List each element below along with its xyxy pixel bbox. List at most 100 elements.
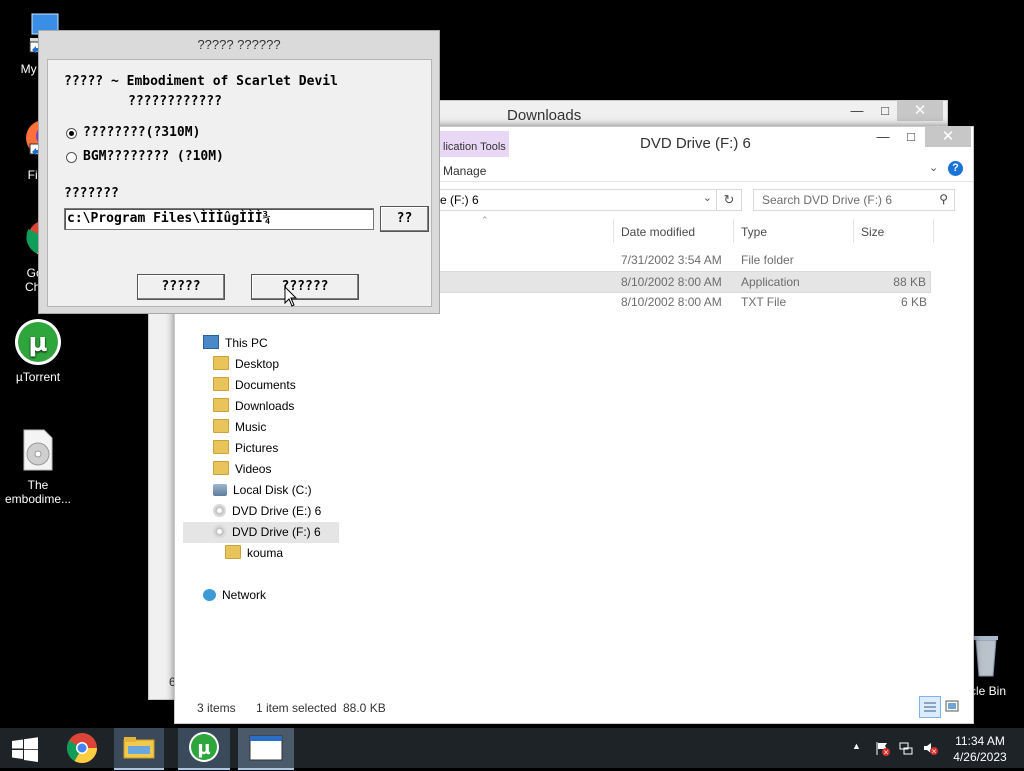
nav-documents[interactable]: Documents — [213, 375, 296, 395]
column-header-date[interactable]: Date modified — [621, 225, 695, 239]
status-item-count: 3 items — [197, 701, 236, 715]
desktop-icon-utorrent[interactable]: µ µTorrent — [0, 318, 76, 384]
close-button[interactable]: ✕ — [897, 101, 943, 121]
nav-label: kouma — [247, 546, 284, 560]
status-selected: 1 item selected — [256, 701, 337, 715]
maximize-button[interactable]: □ — [871, 101, 899, 121]
folder-icon — [213, 398, 229, 412]
tab-manage[interactable]: Manage — [443, 164, 486, 178]
sort-arrow-icon: ⌃ — [481, 215, 489, 225]
row-date: 7/31/2002 3:54 AM — [621, 253, 722, 267]
folder-icon — [213, 419, 229, 433]
nav-pictures[interactable]: Pictures — [213, 438, 278, 458]
nav-label: DVD Drive (F:) 6 — [232, 525, 321, 539]
row-type: Application — [741, 275, 800, 289]
taskbar-installer-window[interactable] — [238, 728, 294, 770]
tray-volume-muted-icon[interactable]: × — [922, 740, 938, 759]
browse-button[interactable]: ?? — [380, 206, 429, 232]
nav-local-disk[interactable]: Local Disk (C:) — [213, 480, 312, 500]
column-header-type[interactable]: Type — [741, 225, 767, 239]
search-input[interactable]: Search DVD Drive (F:) 6 ⚲ — [753, 189, 955, 211]
taskbar-chrome[interactable] — [56, 728, 108, 768]
row-type: File folder — [741, 253, 794, 267]
clock-date: 4/26/2023 — [953, 750, 1007, 764]
folder-icon — [213, 440, 229, 454]
install-button[interactable]: ?????? — [251, 274, 359, 300]
cancel-button[interactable]: ????? — [137, 274, 225, 300]
close-button[interactable]: ✕ — [925, 127, 971, 147]
install-path-input[interactable]: c:\Program Files\ÌÌÌûgÌÌÌ¾ — [64, 208, 374, 230]
row-size: 88 KB — [893, 275, 926, 289]
table-row[interactable]: 8/10/2002 8:00 AM TXT File 6 KB — [439, 292, 931, 312]
desktop-icon-label: The — [27, 478, 49, 492]
nav-label: Downloads — [235, 399, 295, 413]
nav-dvd-f[interactable]: DVD Drive (F:) 6 — [213, 522, 321, 542]
minimize-button[interactable]: — — [843, 101, 871, 121]
radio-full-install-label[interactable]: ????????(?310M) — [83, 125, 200, 140]
address-dropdown-icon[interactable]: ⌄ — [703, 191, 712, 204]
table-row-selected[interactable]: 8/10/2002 8:00 AM Application 88 KB — [439, 271, 931, 293]
nav-network[interactable]: Network — [203, 585, 266, 605]
ribbon-context-tab-label: lication Tools — [443, 141, 506, 153]
window-title: Downloads — [507, 107, 582, 124]
radio-bgm-install[interactable] — [66, 152, 77, 163]
nav-music[interactable]: Music — [213, 417, 266, 437]
disc-file-icon — [14, 426, 62, 474]
nav-this-pc[interactable]: This PC — [203, 333, 268, 353]
tray-flag-icon[interactable]: × — [874, 740, 890, 759]
installer-dialog[interactable]: ????? ?????? ????? ~ Embodiment of Scarl… — [38, 30, 440, 314]
maximize-button[interactable]: □ — [897, 127, 925, 147]
nav-desktop[interactable]: Desktop — [213, 354, 279, 374]
taskbar-utorrent[interactable]: µ — [178, 728, 230, 770]
ribbon-expand-icon[interactable]: ⌄ — [929, 161, 938, 174]
large-icons-view-button[interactable] — [943, 697, 961, 715]
nav-dvd-e[interactable]: DVD Drive (E:) 6 — [213, 501, 321, 521]
ribbon-bar — [439, 157, 973, 182]
desktop-icon-label: µTorrent — [15, 370, 61, 384]
help-icon[interactable]: ? — [948, 161, 963, 176]
taskbar-file-explorer[interactable] — [114, 728, 164, 770]
clock[interactable]: 11:34 AM 4/26/2023 — [944, 733, 1016, 765]
tray-network-icon[interactable] — [898, 740, 914, 759]
window-icon — [249, 735, 283, 761]
tray-chevron-icon[interactable]: ▲ — [852, 741, 861, 751]
nav-videos[interactable]: Videos — [213, 459, 271, 479]
dialog-title: ????? ?????? — [197, 37, 281, 52]
refresh-button[interactable]: ↻ — [716, 189, 742, 211]
minimize-button[interactable]: — — [869, 127, 897, 147]
nav-downloads[interactable]: Downloads — [213, 396, 294, 416]
nav-label: Videos — [235, 462, 272, 476]
nav-label: Desktop — [235, 357, 280, 371]
nav-label: This PC — [225, 336, 268, 350]
row-type: TXT File — [741, 295, 787, 309]
status-size: 88.0 KB — [343, 701, 386, 715]
svg-text:µ: µ — [197, 738, 210, 759]
dialog-subheading: ???????????? — [128, 94, 222, 109]
nav-label: Local Disk (C:) — [233, 483, 312, 497]
nav-kouma[interactable]: kouma — [225, 543, 283, 563]
ribbon-context-tab[interactable]: lication Tools — [439, 131, 509, 157]
desktop-icon-label: embodime... — [4, 492, 72, 506]
address-bar[interactable]: e (F:) 6 ⌄ — [437, 189, 717, 211]
windows-logo-icon — [12, 737, 38, 762]
details-view-button[interactable] — [919, 696, 941, 718]
column-divider — [933, 219, 934, 243]
search-placeholder: Search DVD Drive (F:) 6 — [762, 193, 893, 207]
nav-label: Documents — [235, 378, 296, 392]
mouse-cursor — [284, 285, 298, 311]
table-row[interactable]: 7/31/2002 3:54 AM File folder — [439, 250, 931, 270]
dialog-heading: ????? ~ Embodiment of Scarlet Devil — [64, 74, 338, 89]
folder-icon — [225, 545, 241, 559]
folder-icon — [213, 461, 229, 475]
start-button[interactable] — [0, 728, 52, 768]
folder-icon — [123, 737, 155, 759]
column-header-size[interactable]: Size — [861, 225, 884, 239]
desktop-icon-embodiment[interactable]: The embodime... — [0, 426, 76, 506]
radio-full-install[interactable] — [66, 128, 77, 139]
radio-bgm-install-label[interactable]: BGM???????? (?10M) — [83, 149, 224, 164]
window-title: DVD Drive (F:) 6 — [640, 135, 751, 152]
clock-time: 11:34 AM — [955, 734, 1005, 748]
pc-icon — [203, 335, 219, 349]
column-divider — [853, 219, 854, 243]
svg-text:µ: µ — [28, 328, 47, 358]
